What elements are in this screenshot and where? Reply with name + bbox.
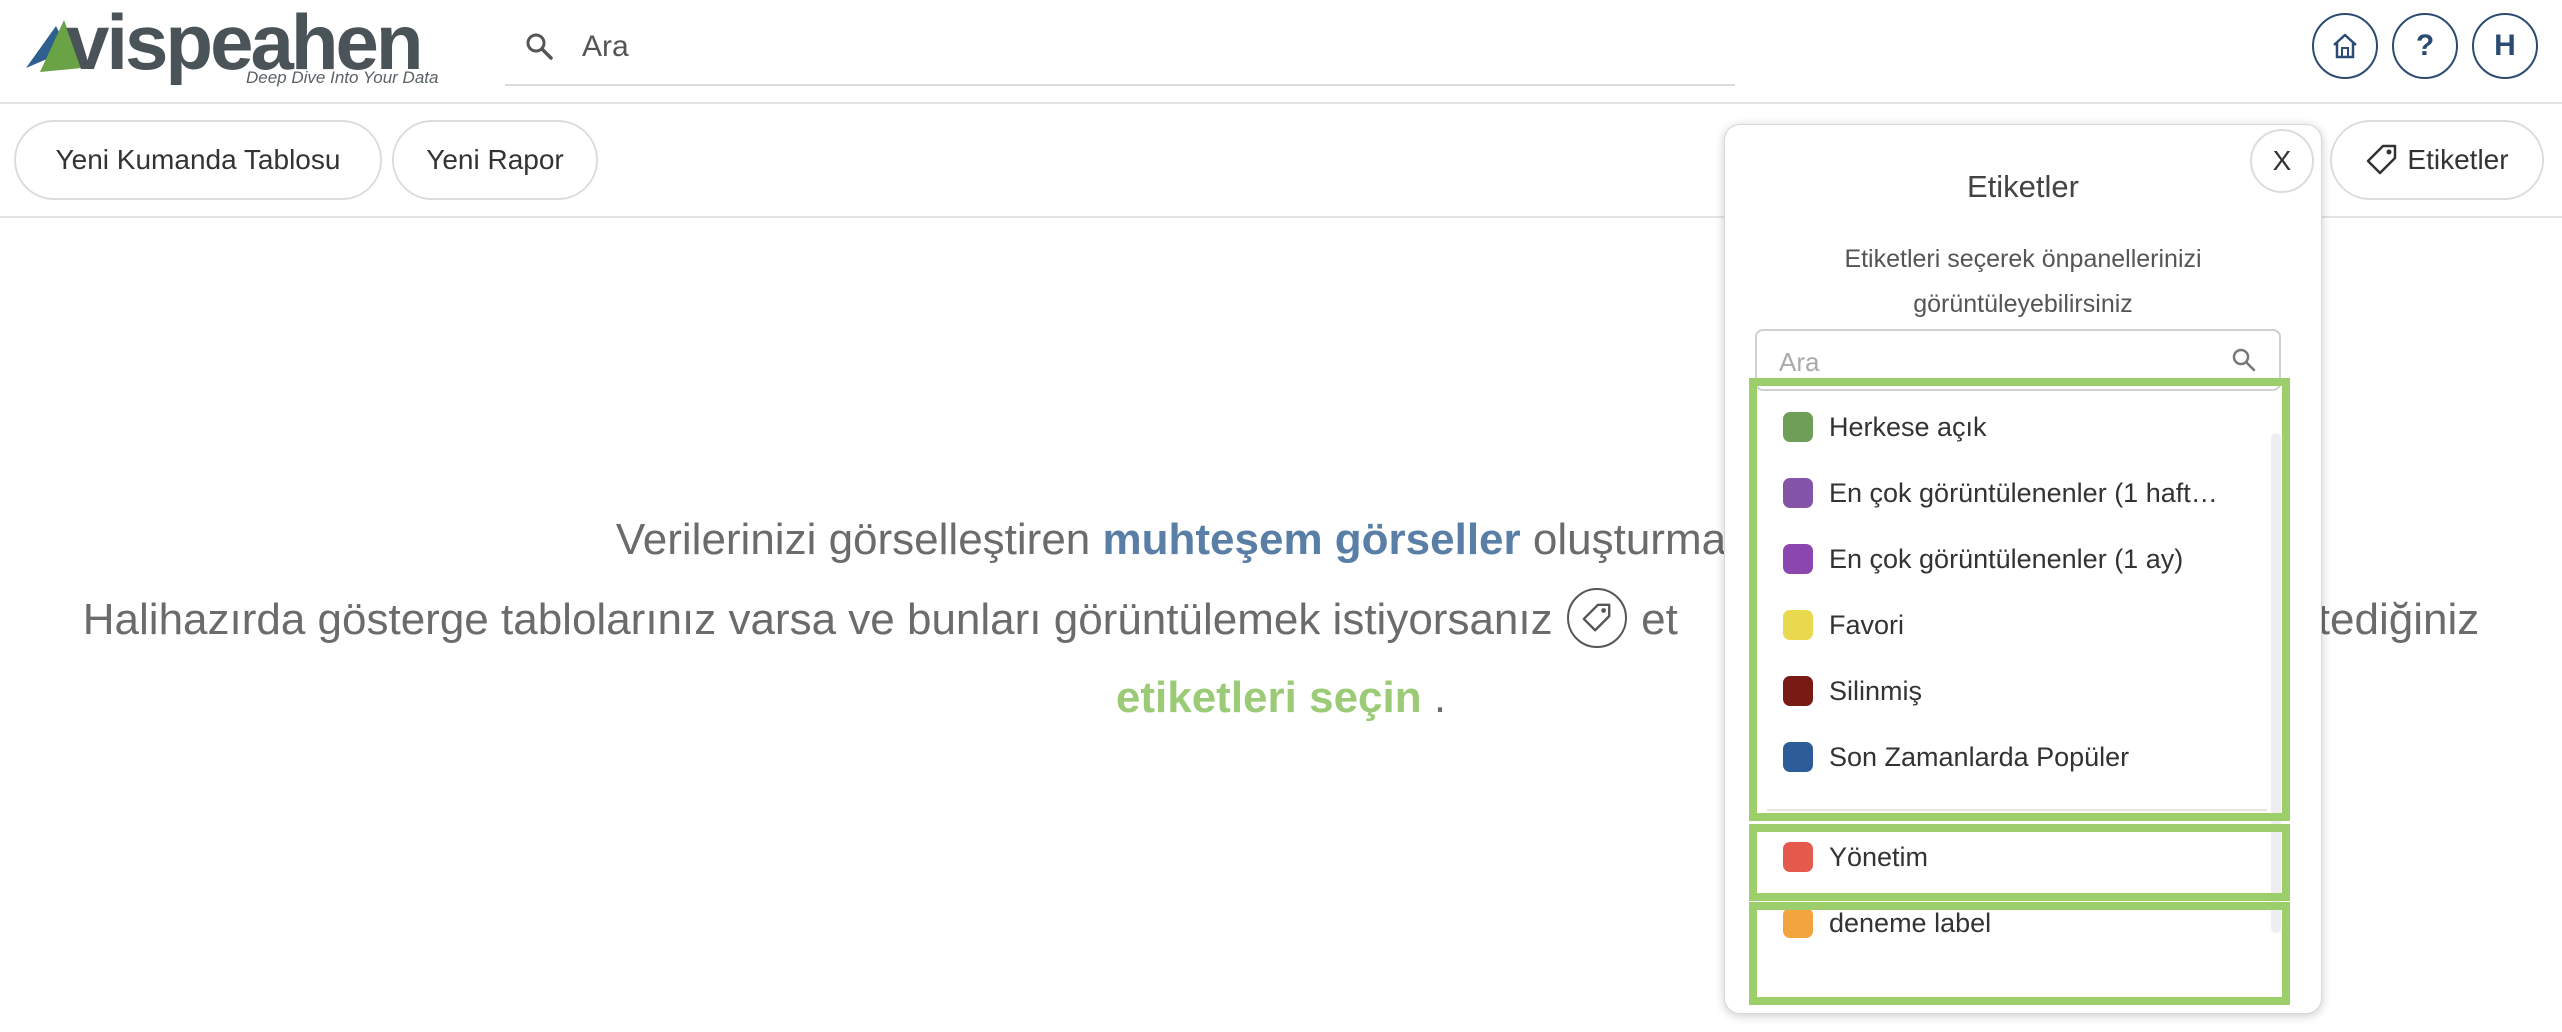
top-bar: vispeahen Deep Dive Into Your Data ? H	[0, 0, 2562, 104]
new-report-label: Yeni Rapor	[426, 144, 564, 175]
tag-list-scrollbar[interactable]	[2271, 433, 2281, 933]
panel-description: Etiketleri seçerek önpanellerinizi görün…	[1844, 245, 2202, 318]
tag-label: deneme label	[1829, 907, 1992, 938]
tags-button[interactable]: Etiketler	[2330, 120, 2544, 200]
tag-color-swatch	[1783, 478, 1813, 508]
tag-item-silinmis[interactable]: Silinmiş	[1783, 661, 2253, 721]
tag-color-swatch	[1783, 742, 1813, 772]
msg-line2-a: Halihazırda gösterge tablolarınız varsa …	[82, 595, 1553, 644]
tag-label: Favori	[1829, 609, 1905, 640]
search-input[interactable]	[580, 24, 1684, 70]
search-icon	[526, 33, 553, 60]
tag-label: Silinmiş	[1829, 675, 1923, 706]
search-icon	[2232, 348, 2256, 372]
global-search	[505, 12, 1735, 86]
tag-color-swatch	[1783, 908, 1813, 938]
msg-line1-a: Verilerinizi görselleştiren	[615, 515, 1091, 564]
tag-search-input[interactable]	[1777, 343, 2221, 381]
tags-panel: X Etiketler Etiketleri seçerek önpanelle…	[1724, 124, 2322, 1014]
home-button[interactable]	[2312, 13, 2378, 79]
panel-title: Etiketler	[1967, 169, 2079, 204]
tag-color-swatch	[1783, 544, 1813, 574]
new-dashboard-button[interactable]: Yeni Kumanda Tablosu	[14, 120, 382, 200]
tag-list: Herkese açık En çok görüntülenenler (1 h…	[1755, 383, 2285, 995]
msg-create-visuals-link[interactable]: muhteşem görseller	[1103, 515, 1521, 564]
new-dashboard-label: Yeni Kumanda Tablosu	[55, 144, 341, 175]
tag-item-favori[interactable]: Favori	[1783, 595, 2253, 655]
tag-color-swatch	[1783, 842, 1813, 872]
help-button[interactable]: ?	[2392, 13, 2458, 79]
logo[interactable]: vispeahen Deep Dive Into Your Data	[22, 2, 442, 88]
tag-search	[1755, 329, 2281, 391]
tag-item-yonetim[interactable]: Yönetim	[1783, 827, 2253, 887]
tag-color-swatch	[1783, 412, 1813, 442]
list-divider	[1767, 809, 2267, 811]
tag-icon	[2367, 144, 2397, 175]
tag-label: Son Zamanlarda Popüler	[1829, 741, 2130, 772]
msg-line2-b: et	[1641, 595, 1678, 644]
tag-label: En çok görüntülenenler (1 haft…	[1829, 477, 2218, 508]
user-initial: H	[2494, 29, 2516, 62]
msg-select-tags-link[interactable]: etiketleri seçin	[1116, 673, 1422, 722]
tag-label: Herkese açık	[1829, 411, 1987, 442]
tag-label: Yönetim	[1829, 841, 1929, 872]
tag-item-herkese-acik[interactable]: Herkese açık	[1783, 397, 2253, 457]
home-icon	[2333, 33, 2357, 59]
inline-tag-icon	[1566, 588, 1627, 649]
tag-color-swatch	[1783, 610, 1813, 640]
tag-item-most-viewed-week[interactable]: En çok görüntülenenler (1 haft…	[1783, 463, 2253, 523]
new-report-button[interactable]: Yeni Rapor	[392, 120, 598, 200]
user-avatar-button[interactable]: H	[2472, 13, 2538, 79]
tag-item-deneme-label[interactable]: deneme label	[1783, 893, 2253, 953]
tag-item-most-viewed-month[interactable]: En çok görüntülenenler (1 ay)	[1783, 529, 2253, 589]
tag-label: En çok görüntülenenler (1 ay)	[1829, 543, 2184, 574]
help-icon: ?	[2415, 29, 2435, 62]
msg-line2-c: tediğiniz	[2317, 595, 2480, 644]
tag-color-swatch	[1783, 676, 1813, 706]
tag-item-son-zamanlarda-populer[interactable]: Son Zamanlarda Popüler	[1783, 727, 2253, 787]
logo-tagline: Deep Dive Into Your Data	[246, 68, 439, 87]
tags-button-label: Etiketler	[2407, 144, 2509, 175]
msg-line3-period: .	[1433, 673, 1447, 722]
